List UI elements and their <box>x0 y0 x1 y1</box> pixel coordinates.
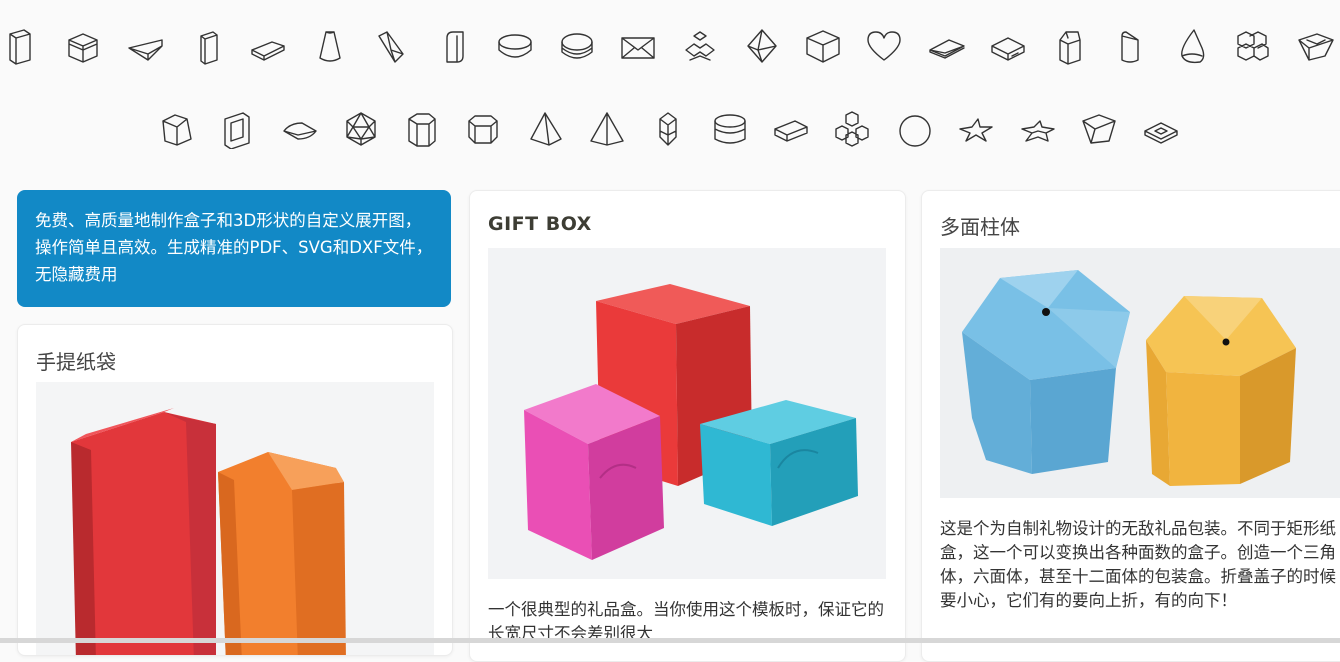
hex-cube-icon[interactable] <box>803 26 843 66</box>
pentagon-prism-icon[interactable] <box>157 109 197 149</box>
coaster-icon[interactable] <box>1141 109 1181 149</box>
slanted-prism-icon[interactable] <box>371 26 411 66</box>
oval-tin-icon[interactable] <box>495 26 535 66</box>
octahedron-icon[interactable] <box>742 26 782 66</box>
cut-cylinder-icon[interactable] <box>1110 26 1150 66</box>
gift-box-title: GIFT BOX <box>488 213 592 235</box>
octagon-box-icon[interactable] <box>463 109 503 149</box>
intro-banner: 免费、高质量地制作盒子和3D形状的自定义展开图，操作简单且高效。生成精准的PDF… <box>17 190 451 307</box>
tall-box-icon[interactable] <box>0 26 40 66</box>
shape-row-1 <box>0 26 1340 76</box>
prism-description: 这是个为自制礼物设计的无敌礼品包装。不同于矩形纸盒，这一个可以变换出各种面数的盒… <box>940 519 1336 610</box>
pillow-box-icon[interactable] <box>280 109 320 149</box>
drop-icon[interactable] <box>1172 26 1212 66</box>
star-flat-icon[interactable] <box>956 109 996 149</box>
icosahedron-icon[interactable] <box>341 109 381 149</box>
prism-title: 多面柱体 <box>940 215 1020 239</box>
cone-icon[interactable] <box>310 26 350 66</box>
paper-bag-photo[interactable] <box>36 382 434 655</box>
tetrahedron-icon[interactable] <box>525 109 565 149</box>
wedge-icon[interactable] <box>126 26 166 66</box>
milk-carton-icon[interactable] <box>1050 26 1090 66</box>
gift-box-photo[interactable] <box>488 248 886 579</box>
tray-icon[interactable] <box>1295 26 1335 66</box>
oval-box-icon[interactable] <box>557 26 597 66</box>
cube-box-icon[interactable] <box>63 26 103 66</box>
pentagon-box-icon[interactable] <box>1079 109 1119 149</box>
card-title: 手提纸袋 <box>36 350 116 374</box>
star-box-icon[interactable] <box>1018 109 1058 149</box>
gift-box-card[interactable]: GIFT BOX 一个很典型的礼品盒。当你使用这个模板时，保证它的长宽尺寸不会差… <box>469 190 906 662</box>
envelope-icon[interactable] <box>618 26 658 66</box>
intro-text: 免费、高质量地制作盒子和3D形状的自定义展开图，操作简单且高效。生成精准的PDF… <box>35 211 433 284</box>
flower-box-icon[interactable] <box>680 26 720 66</box>
rounded-box-icon[interactable] <box>435 26 475 66</box>
matchbox-icon[interactable] <box>988 26 1028 66</box>
prism-photo[interactable] <box>940 248 1340 498</box>
flat-box-icon[interactable] <box>248 26 288 66</box>
flat-tray-icon[interactable] <box>771 109 811 149</box>
prism-card[interactable]: 多面柱体 这是个为自制礼物设计的无敌礼品包装。不同于矩形纸盒，这一个可以变换出各… <box>921 190 1340 662</box>
sphere-icon[interactable] <box>895 109 935 149</box>
thin-box-icon[interactable] <box>189 26 229 66</box>
horizontal-scrollbar[interactable] <box>0 638 1340 643</box>
heart-box-icon[interactable] <box>864 26 904 66</box>
hexagonal-prism-icon[interactable] <box>401 109 441 149</box>
frame-box-icon[interactable] <box>217 109 257 149</box>
round-box-icon[interactable] <box>710 109 750 149</box>
gem-icon[interactable] <box>648 109 688 149</box>
stacked-cubes-icon[interactable] <box>1232 26 1272 66</box>
pyramid-icon[interactable] <box>587 109 627 149</box>
paper-bag-card[interactable]: 手提纸袋 <box>17 324 453 656</box>
sleeve-envelope-icon[interactable] <box>927 26 967 66</box>
shape-row-2 <box>0 109 1340 159</box>
cube-cluster-icon[interactable] <box>832 109 872 149</box>
